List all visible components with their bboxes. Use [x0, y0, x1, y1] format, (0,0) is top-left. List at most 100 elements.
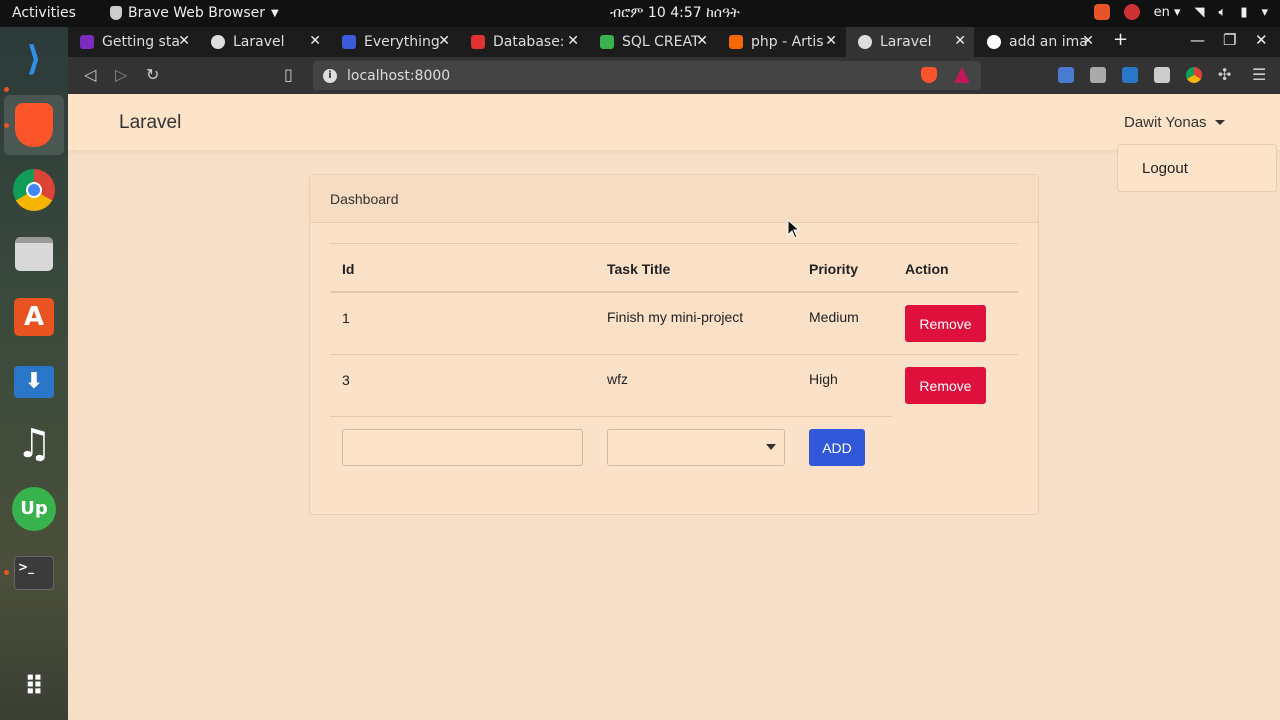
extension-icon[interactable] — [1090, 67, 1106, 83]
activities-button[interactable]: Activities — [12, 5, 76, 21]
dock: ⟩ A ⬇ ♫ Up >_ ⠿ — [0, 27, 68, 720]
translate-icon[interactable] — [1058, 67, 1074, 83]
app-navbar: Laravel Dawit Yonas — [68, 94, 1280, 150]
remove-button[interactable]: Remove — [905, 305, 986, 342]
column-header-id: Id — [342, 261, 355, 277]
volume-icon[interactable]: 🔈︎ — [1219, 5, 1227, 20]
task-id: 1 — [342, 310, 350, 326]
clock[interactable]: ብሮም 10 4:57 ከሰዓት — [610, 5, 740, 21]
remove-button[interactable]: Remove — [905, 367, 986, 404]
app-menu-label: Brave Web Browser — [128, 5, 265, 21]
close-tab-icon[interactable]: ✕ — [567, 33, 579, 49]
task-title: wfz — [607, 371, 628, 387]
tab-title: SQL CREAT — [622, 34, 700, 50]
app-menu[interactable]: Brave Web Browser ▼ — [110, 5, 279, 21]
tab[interactable]: Getting sta ✕ — [68, 27, 198, 57]
software-icon[interactable]: A — [10, 293, 58, 341]
extension-icon[interactable] — [1154, 67, 1170, 83]
user-dropdown-menu: Logout — [1117, 144, 1277, 192]
task-priority: Medium — [809, 309, 859, 325]
chevron-down-icon — [766, 444, 776, 450]
add-task-button[interactable]: ADD — [809, 429, 865, 466]
reload-icon[interactable]: ↻ — [146, 65, 159, 84]
tab-strip: Getting sta ✕ Laravel ✕ Everything ✕ Dat… — [68, 27, 1280, 57]
close-tab-icon[interactable]: ✕ — [696, 33, 708, 49]
brave-tray-icon[interactable] — [1093, 4, 1110, 20]
tab[interactable]: SQL CREAT ✕ — [588, 27, 716, 57]
battery-icon[interactable]: ▮ — [1240, 5, 1247, 20]
url-text: localhost:8000 — [347, 67, 451, 84]
tab-active[interactable]: Laravel ✕ — [846, 27, 974, 57]
browser-toolbar: ◁ ▷ ↻ ▯ i localhost:8000 ✣ ☰ — [68, 57, 1280, 94]
close-tab-icon[interactable]: ✕ — [309, 33, 321, 49]
brand-link[interactable]: Laravel — [119, 112, 181, 134]
brave-shields-icon[interactable] — [921, 67, 937, 83]
apps-grid-icon[interactable]: ⠿ — [10, 663, 58, 711]
tab-title: Laravel — [233, 34, 285, 50]
favicon-icon — [80, 35, 94, 49]
wifi-icon[interactable]: ◥ — [1195, 5, 1205, 20]
priority-select[interactable] — [607, 429, 785, 466]
close-tab-icon[interactable]: ✕ — [954, 33, 966, 49]
user-dropdown-toggle[interactable]: Dawit Yonas — [1124, 114, 1225, 131]
close-tab-icon[interactable]: ✕ — [825, 33, 837, 49]
tab-title: add an ima — [1009, 34, 1088, 50]
brave-icon[interactable] — [4, 95, 64, 155]
minimize-icon[interactable]: — — [1190, 31, 1205, 49]
google-icon — [987, 35, 1001, 49]
notification-badge-icon[interactable] — [1123, 4, 1140, 20]
task-priority: High — [809, 371, 838, 387]
divider — [330, 354, 1018, 355]
logout-link[interactable]: Logout — [1142, 160, 1188, 177]
system-top-bar: Activities Brave Web Browser ▼ ብሮም 10 4:… — [0, 0, 1280, 27]
tab-title: Laravel — [880, 34, 932, 50]
favicon-icon — [729, 35, 743, 49]
upwork-icon[interactable]: Up — [10, 485, 58, 533]
tab-title: Getting sta — [102, 34, 180, 50]
puzzle-icon[interactable]: ✣ — [1218, 65, 1231, 84]
tab-title: Database: — [493, 34, 565, 50]
language-selector[interactable]: en ▾ — [1154, 5, 1181, 20]
tab[interactable]: php - Artis ✕ — [717, 27, 845, 57]
music-icon[interactable]: ♫ — [10, 420, 58, 468]
vscode-icon[interactable]: ⟩ — [10, 35, 58, 83]
power-menu-icon[interactable]: ▾ — [1261, 5, 1268, 20]
info-icon[interactable]: i — [323, 68, 337, 83]
column-header-priority: Priority — [809, 261, 859, 277]
downloader-icon[interactable]: ⬇ — [10, 358, 58, 406]
maximize-icon[interactable]: ❐ — [1223, 31, 1236, 49]
tab-title: Everything — [364, 34, 440, 50]
column-header-action: Action — [905, 261, 949, 277]
new-tab-icon[interactable]: + — [1113, 29, 1128, 50]
tab[interactable]: Database: ✕ — [459, 27, 587, 57]
close-tab-icon[interactable]: ✕ — [178, 33, 190, 49]
task-title: Finish my mini-project — [607, 309, 744, 325]
task-title-input[interactable] — [342, 429, 583, 466]
menu-icon[interactable]: ☰ — [1252, 65, 1266, 84]
files-icon[interactable] — [10, 230, 58, 278]
bookmark-icon[interactable]: ▯ — [284, 65, 293, 84]
card-title: Dashboard — [330, 191, 399, 207]
address-bar[interactable]: i localhost:8000 — [313, 61, 981, 90]
globe-icon — [211, 35, 225, 49]
extension-icon[interactable] — [1186, 67, 1202, 83]
running-indicator — [4, 87, 9, 92]
extension-icon[interactable] — [1122, 67, 1138, 83]
tab[interactable]: add an ima ✕ — [975, 27, 1102, 57]
divider — [330, 291, 1018, 293]
tab[interactable]: Everything ✕ — [330, 27, 458, 57]
close-tab-icon[interactable]: ✕ — [438, 33, 450, 49]
forward-icon[interactable]: ▷ — [115, 65, 127, 84]
tab[interactable]: Laravel ✕ — [199, 27, 329, 57]
dashboard-card: Dashboard Id Task Title Priority Action … — [309, 174, 1039, 515]
caret-down-icon — [1214, 120, 1225, 125]
page-content: Laravel Dawit Yonas Logout Dashboard Id … — [68, 94, 1280, 720]
close-window-icon[interactable]: ✕ — [1255, 31, 1268, 49]
brave-small-icon — [110, 6, 122, 20]
favicon-icon — [471, 35, 485, 49]
terminal-icon[interactable]: >_ — [10, 549, 58, 597]
back-icon[interactable]: ◁ — [84, 65, 96, 84]
user-name: Dawit Yonas — [1124, 114, 1207, 131]
chrome-icon[interactable] — [10, 166, 58, 214]
close-tab-icon[interactable]: ✕ — [1082, 33, 1094, 49]
